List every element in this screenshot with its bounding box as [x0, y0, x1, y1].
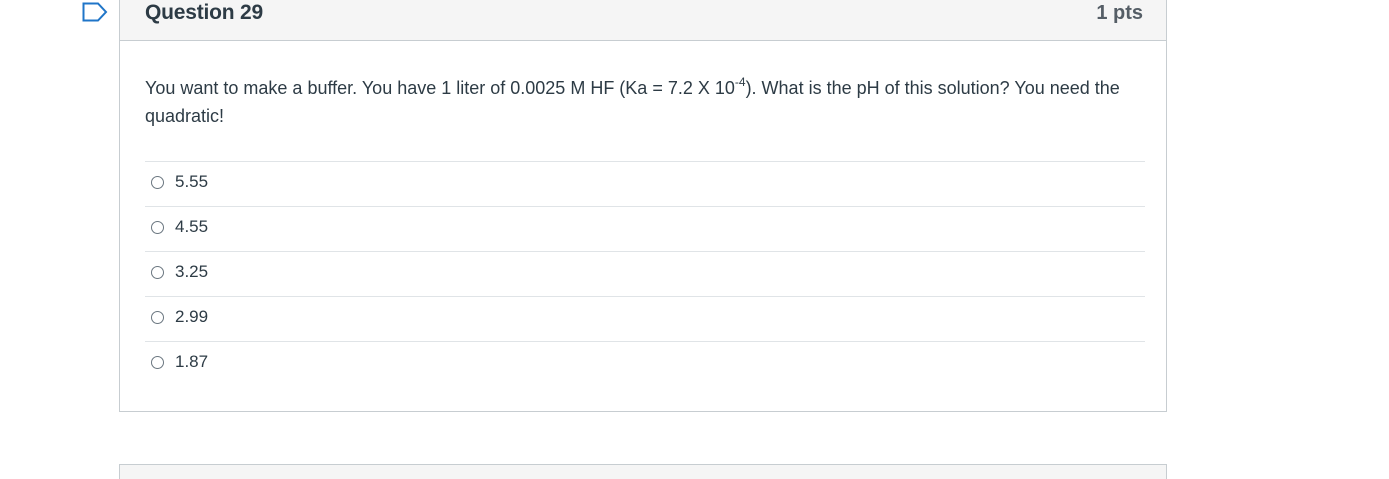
- answer-label[interactable]: 5.55: [175, 172, 208, 192]
- answer-option[interactable]: 4.55: [145, 206, 1145, 251]
- radio-button[interactable]: [151, 356, 164, 369]
- question-points: 1 pts: [1096, 2, 1143, 24]
- answer-label[interactable]: 4.55: [175, 217, 208, 237]
- answer-label[interactable]: 2.99: [175, 307, 208, 327]
- answer-list: 5.55 4.55 3.25 2.99 1.87: [145, 161, 1145, 386]
- radio-button[interactable]: [151, 221, 164, 234]
- question-card: Question 29 1 pts You want to make a buf…: [119, 0, 1167, 412]
- question-header: Question 29 1 pts: [120, 0, 1166, 41]
- question-text-superscript: -4: [734, 75, 746, 89]
- radio-button[interactable]: [151, 311, 164, 324]
- answer-option[interactable]: 5.55: [145, 161, 1145, 206]
- question-text: You want to make a buffer. You have 1 li…: [145, 74, 1135, 130]
- radio-button[interactable]: [151, 266, 164, 279]
- question-text-main: You want to make a buffer. You have 1 li…: [145, 78, 735, 98]
- answer-option[interactable]: 3.25: [145, 251, 1145, 296]
- question-title: Question 29: [145, 1, 263, 24]
- answer-label[interactable]: 3.25: [175, 262, 208, 282]
- flag-question-icon[interactable]: [82, 2, 108, 22]
- next-question-card: [119, 464, 1167, 479]
- answer-option[interactable]: 2.99: [145, 296, 1145, 341]
- answer-label[interactable]: 1.87: [175, 352, 208, 372]
- radio-button[interactable]: [151, 176, 164, 189]
- quiz-page: Question 29 1 pts You want to make a buf…: [0, 0, 1389, 479]
- answer-option[interactable]: 1.87: [145, 341, 1145, 386]
